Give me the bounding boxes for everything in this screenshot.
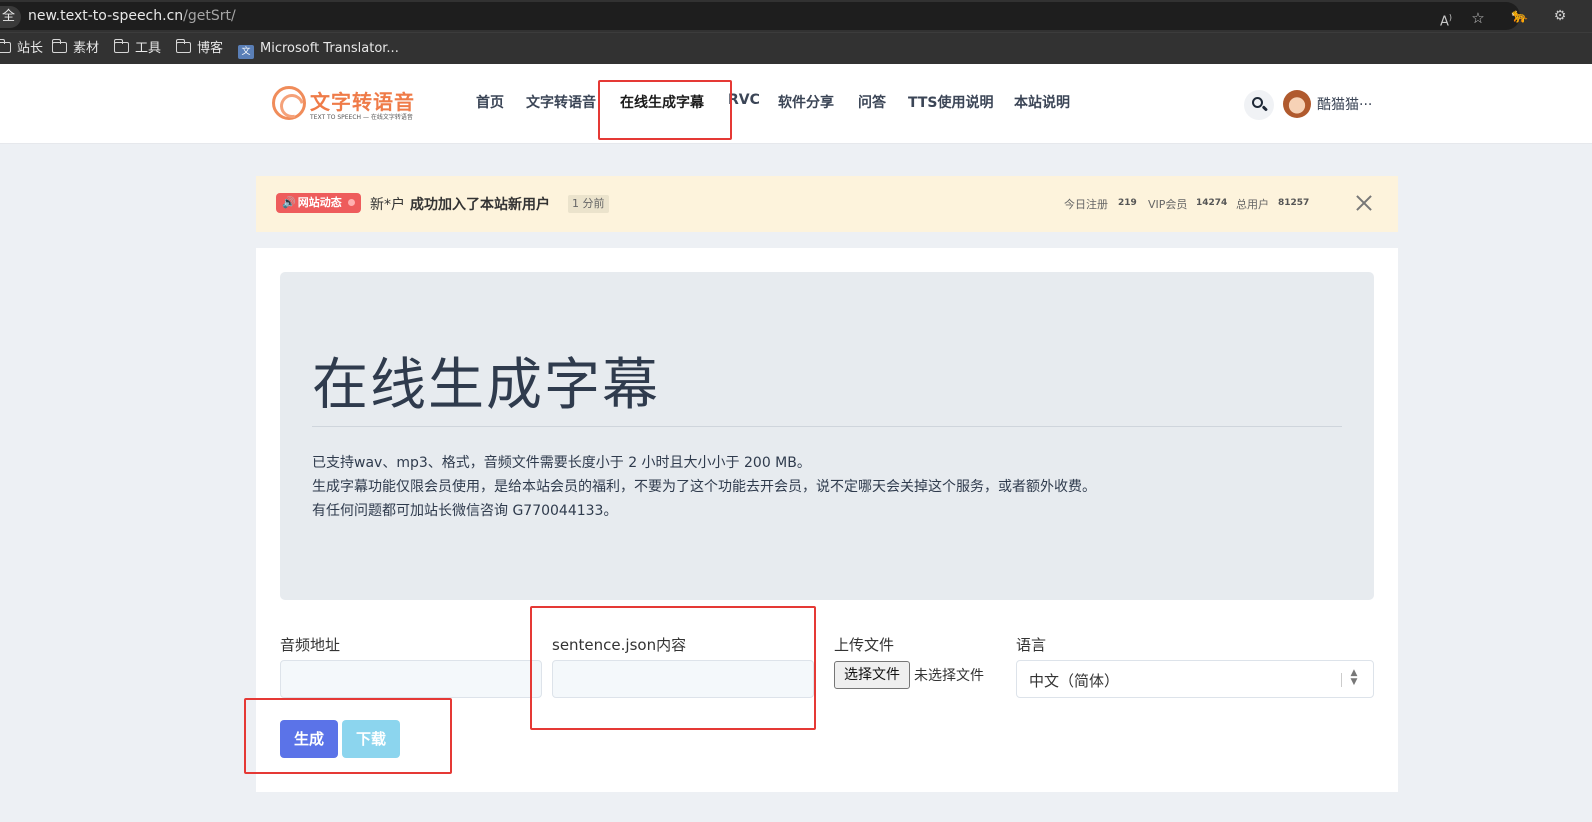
notice-time: 1 分前 xyxy=(568,195,609,213)
bookmark-folder-1[interactable]: 站长 xyxy=(0,33,43,65)
bookmark-folder-4[interactable]: 博客 xyxy=(175,33,224,65)
logo-mark-icon xyxy=(272,86,306,120)
address-bar: 全 new.text-to-speech.cn/getSrt/ A) ☆ 🐆 ⚙ xyxy=(0,0,1592,32)
logo-subtitle: TEXT TO SPEECH — 在线文字转语音 xyxy=(310,114,413,121)
url-field[interactable]: 全 new.text-to-speech.cn/getSrt/ A) ☆ xyxy=(0,2,1520,30)
url-host: new.text-to-speech.cn xyxy=(28,8,184,24)
language-label: 语言 xyxy=(1016,636,1047,654)
annotation-box-buttons xyxy=(244,698,452,774)
file-status: 未选择文件 xyxy=(914,668,984,684)
nav-home[interactable]: 首页 xyxy=(476,92,504,112)
bookmark-label: 素材 xyxy=(73,41,100,56)
folder-icon xyxy=(175,39,191,53)
live-dot-icon xyxy=(347,199,355,206)
nav-tts-guide[interactable]: TTS使用说明 xyxy=(908,92,994,112)
page-title: 在线生成字幕 xyxy=(312,353,660,418)
stat-vip-value: 14274 xyxy=(1196,198,1228,208)
activity-badge: 🔊 网站动态 xyxy=(276,193,361,213)
nav-qa[interactable]: 问答 xyxy=(858,92,886,112)
site-info-badge[interactable]: 全 xyxy=(0,6,22,28)
bookmark-label: 站长 xyxy=(17,41,44,56)
notice-user: 新*户 xyxy=(370,197,405,213)
search-icon-handle xyxy=(1261,105,1269,112)
stat-total-value: 81257 xyxy=(1278,198,1310,208)
bookmark-label: Microsoft Translator... xyxy=(260,41,399,56)
close-icon[interactable] xyxy=(1352,191,1376,215)
audio-url-label: 音频地址 xyxy=(280,636,341,654)
nav-text-to-speech[interactable]: 文字转语音 xyxy=(526,92,596,112)
activity-badge-label: 网站动态 xyxy=(297,196,342,209)
stat-vip-label: VIP会员 xyxy=(1148,198,1188,211)
site-header: 文字转语音 TEXT TO SPEECH — 在线文字转语音 首页 文字转语音 … xyxy=(0,64,1592,144)
stat-total-label: 总用户 xyxy=(1236,198,1269,211)
read-aloud-icon[interactable]: A) xyxy=(1434,6,1458,30)
language-select[interactable]: 中文（简体） ▲ ▼ xyxy=(1016,660,1374,698)
avatar[interactable] xyxy=(1283,90,1311,118)
hero-line-contact: 有任何问题都可加站长微信咨询 G770044133。 xyxy=(312,503,618,519)
bookmark-folder-3[interactable]: 工具 xyxy=(113,33,162,65)
bookmark-label: 博客 xyxy=(197,41,224,56)
nav-software-share[interactable]: 软件分享 xyxy=(778,92,834,112)
hero-panel: 在线生成字幕 已支持wav、mp3、格式，音频文件需要长度小于 2 小时且大小小… xyxy=(280,272,1374,600)
url-text[interactable]: new.text-to-speech.cn/getSrt/ xyxy=(28,2,236,30)
favorite-star-icon[interactable]: ☆ xyxy=(1466,6,1490,30)
select-arrows-icon: ▲ ▼ xyxy=(1350,668,1358,687)
stat-today-label: 今日注册 xyxy=(1064,198,1108,211)
audio-url-input[interactable] xyxy=(280,660,542,698)
bookmark-label: 工具 xyxy=(135,41,162,56)
upload-file-label: 上传文件 xyxy=(834,636,895,654)
logo-title: 文字转语音 xyxy=(310,90,415,114)
hero-line-formats: 已支持wav、mp3、格式，音频文件需要长度小于 2 小时且大小小于 200 M… xyxy=(312,455,811,471)
annotation-box-json xyxy=(530,606,816,730)
divider xyxy=(312,426,1342,427)
choose-file-button[interactable]: 选择文件 xyxy=(834,661,910,689)
folder-icon xyxy=(113,39,129,53)
url-path: /getSrt/ xyxy=(183,8,236,24)
search-button[interactable] xyxy=(1244,90,1274,120)
bookmark-translator[interactable]: 文 Microsoft Translator... xyxy=(238,33,399,65)
notice-message: 成功加入了本站新用户 xyxy=(410,197,550,213)
folder-icon xyxy=(0,39,11,53)
user-name[interactable]: 酷猫猫··· xyxy=(1317,94,1372,114)
hero-line-membership: 生成字幕功能仅限会员使用，是给本站会员的福利，不要为了这个功能去开会员，说不定哪… xyxy=(312,479,1096,495)
site-activity-notice: 🔊 网站动态 新*户 成功加入了本站新用户 1 分前 今日注册 219 VIP会员… xyxy=(256,176,1398,232)
nav-about[interactable]: 本站说明 xyxy=(1014,92,1070,112)
bookmarks-bar: 站长 素材 工具 博客 文 Microsoft Translator... xyxy=(0,32,1592,64)
stat-today-value: 219 xyxy=(1118,198,1137,208)
annotation-box-nav xyxy=(598,80,732,140)
select-separator xyxy=(1341,673,1342,687)
site-logo[interactable]: 文字转语音 TEXT TO SPEECH — 在线文字转语音 xyxy=(272,84,415,126)
extensions-puzzle-icon[interactable]: ⚙ xyxy=(1548,4,1572,28)
extension-icon[interactable]: 🐆 xyxy=(1508,4,1532,28)
nav-rvc[interactable]: RVC xyxy=(728,92,760,108)
bookmark-folder-2[interactable]: 素材 xyxy=(51,33,100,65)
language-selected-value: 中文（简体） xyxy=(1029,672,1120,690)
speaker-icon: 🔊 xyxy=(282,196,296,209)
folder-icon xyxy=(51,39,67,53)
translator-icon: 文 xyxy=(238,45,254,59)
